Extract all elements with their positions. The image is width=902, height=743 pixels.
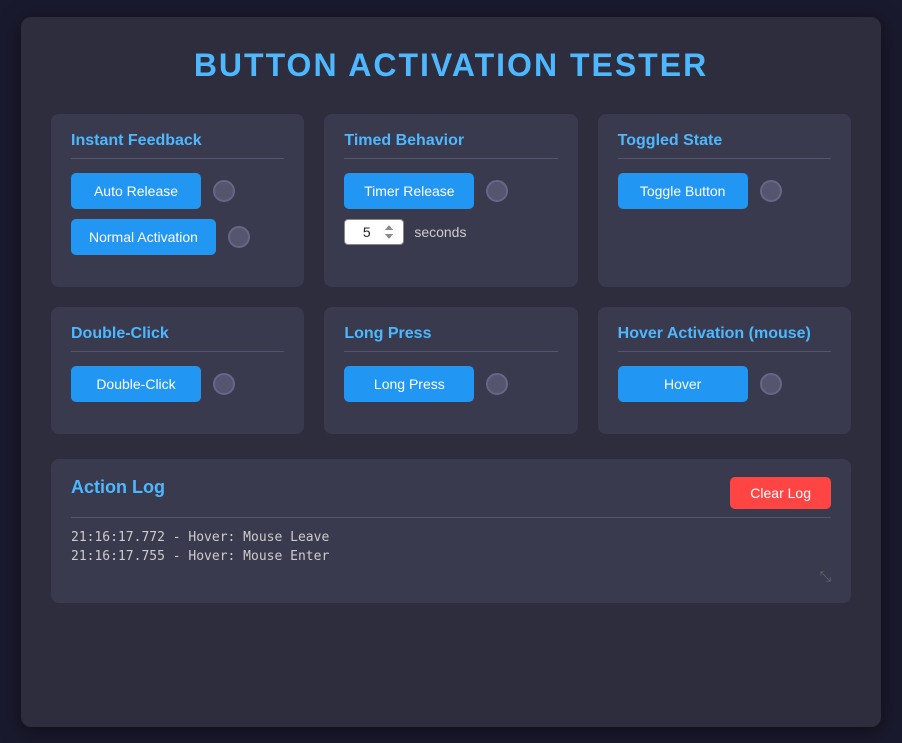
normal-activation-indicator	[228, 226, 250, 248]
section-divider	[344, 351, 557, 352]
auto-release-indicator	[213, 180, 235, 202]
section-timed-behavior: Timed Behavior Timer Release seconds	[324, 114, 577, 287]
toggle-button[interactable]: Toggle Button	[618, 173, 748, 209]
section-divider	[618, 158, 831, 159]
log-entry-2: 21:16:17.755 - Hover: Mouse Enter	[71, 549, 831, 564]
resize-handle: ⤡	[71, 568, 831, 585]
app-container: BUTTON ACTIVATION TESTER Instant Feedbac…	[21, 17, 881, 727]
timer-row: seconds	[344, 219, 557, 245]
section-title-double-click: Double-Click	[71, 325, 284, 343]
long-press-button[interactable]: Long Press	[344, 366, 474, 402]
btn-row-normal-activation: Normal Activation	[71, 219, 284, 255]
normal-activation-button[interactable]: Normal Activation	[71, 219, 216, 255]
log-entries: 21:16:17.772 - Hover: Mouse Leave 21:16:…	[71, 530, 831, 564]
clear-log-button[interactable]: Clear Log	[730, 477, 831, 509]
section-title-timed: Timed Behavior	[344, 132, 557, 150]
section-double-click: Double-Click Double-Click	[51, 307, 304, 434]
log-header: Action Log Clear Log	[71, 477, 831, 509]
section-title-long-press: Long Press	[344, 325, 557, 343]
app-title: BUTTON ACTIVATION TESTER	[51, 47, 851, 84]
section-divider	[344, 158, 557, 159]
section-instant-feedback: Instant Feedback Auto Release Normal Act…	[51, 114, 304, 287]
timer-label: seconds	[414, 224, 466, 240]
action-log-section: Action Log Clear Log 21:16:17.772 - Hove…	[51, 459, 851, 603]
double-click-indicator	[213, 373, 235, 395]
section-divider	[618, 351, 831, 352]
timer-release-indicator	[486, 180, 508, 202]
log-title-wrapper: Action Log	[71, 477, 165, 498]
section-title-hover: Hover Activation (mouse)	[618, 325, 831, 343]
btn-row-timer-release: Timer Release	[344, 173, 557, 209]
resize-icon: ⤡	[820, 568, 831, 585]
sections-grid: Instant Feedback Auto Release Normal Act…	[51, 114, 851, 434]
section-title-toggled: Toggled State	[618, 132, 831, 150]
btn-row-double-click: Double-Click	[71, 366, 284, 402]
log-divider	[71, 517, 831, 518]
section-divider	[71, 351, 284, 352]
log-title: Action Log	[71, 477, 165, 498]
btn-row-long-press: Long Press	[344, 366, 557, 402]
long-press-indicator	[486, 373, 508, 395]
btn-row-auto-release: Auto Release	[71, 173, 284, 209]
btn-row-hover: Hover	[618, 366, 831, 402]
hover-button[interactable]: Hover	[618, 366, 748, 402]
double-click-button[interactable]: Double-Click	[71, 366, 201, 402]
auto-release-button[interactable]: Auto Release	[71, 173, 201, 209]
section-long-press: Long Press Long Press	[324, 307, 577, 434]
timer-release-button[interactable]: Timer Release	[344, 173, 474, 209]
log-entry-1: 21:16:17.772 - Hover: Mouse Leave	[71, 530, 831, 545]
section-hover-activation: Hover Activation (mouse) Hover	[598, 307, 851, 434]
section-toggled-state: Toggled State Toggle Button	[598, 114, 851, 287]
section-title-instant: Instant Feedback	[71, 132, 284, 150]
section-divider	[71, 158, 284, 159]
btn-row-toggle: Toggle Button	[618, 173, 831, 209]
timer-seconds-input[interactable]	[344, 219, 404, 245]
hover-indicator	[760, 373, 782, 395]
toggle-indicator	[760, 180, 782, 202]
